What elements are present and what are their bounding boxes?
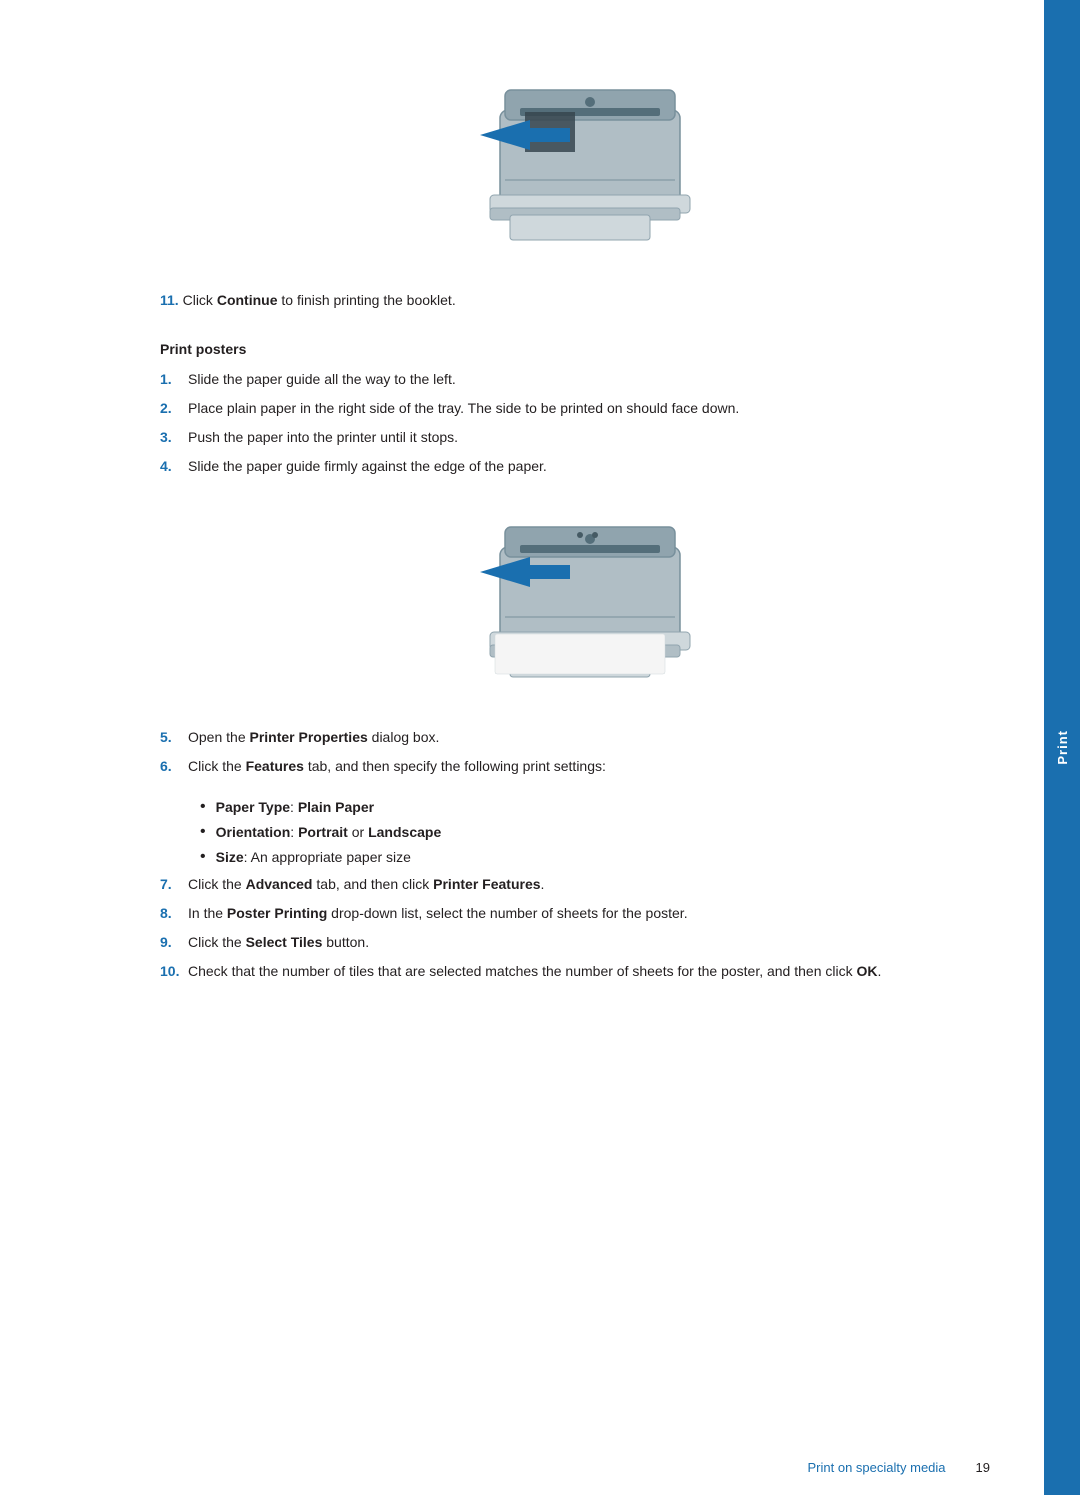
list-item: 1. Slide the paper guide all the way to … [160,369,1000,390]
list-item: 4. Slide the paper guide firmly against … [160,456,1000,477]
step-text: Open the Printer Properties dialog box. [188,727,1000,748]
list-item: 10. Check that the number of tiles that … [160,961,1000,982]
steps-5-10-list: 5. Open the Printer Properties dialog bo… [160,727,1000,777]
list-item: 2. Place plain paper in the right side o… [160,398,1000,419]
list-item: 7. Click the Advanced tab, and then clic… [160,874,1000,895]
footer-page-number: 19 [976,1460,990,1475]
print-posters-heading: Print posters [160,341,1000,357]
step-text: Click the Select Tiles button. [188,932,1000,953]
step-num: 3. [160,427,188,448]
step-11-text-after: to finish printing the booklet. [277,292,455,308]
step-num: 9. [160,932,188,953]
bullet-text: Paper Type: Plain Paper [216,797,374,818]
step-num: 7. [160,874,188,895]
step-text: Place plain paper in the right side of t… [188,398,1000,419]
bullet-item: Paper Type: Plain Paper [200,797,1000,818]
list-item: 8. In the Poster Printing drop-down list… [160,903,1000,924]
step-11-number: 11. [160,292,179,308]
step-num: 10. [160,961,188,982]
step-num: 8. [160,903,188,924]
list-item: 9. Click the Select Tiles button. [160,932,1000,953]
step-num: 1. [160,369,188,390]
bullet-text: Size: An appropriate paper size [216,847,411,868]
step-11-text-before: Click [183,292,217,308]
step-11-bold: Continue [217,292,278,308]
bullet-list: Paper Type: Plain Paper Orientation: Por… [200,797,1000,868]
list-item: 3. Push the paper into the printer until… [160,427,1000,448]
steps-1-4-list: 1. Slide the paper guide all the way to … [160,369,1000,477]
footer: Print on specialty media 19 [0,1460,1040,1475]
bullet-item: Size: An appropriate paper size [200,847,1000,868]
step-text: Push the paper into the printer until it… [188,427,1000,448]
bullet-text: Orientation: Portrait or Landscape [216,822,442,843]
printer-illustration-top [440,60,720,260]
side-tab: Print [1044,0,1080,1495]
step-num: 2. [160,398,188,419]
step-text: Slide the paper guide firmly against the… [188,456,1000,477]
step-text: Click the Advanced tab, and then click P… [188,874,1000,895]
page-container: Print 11. Click Cont [0,0,1080,1495]
list-item: 6. Click the Features tab, and then spec… [160,756,1000,777]
step-num: 5. [160,727,188,748]
list-item: 5. Open the Printer Properties dialog bo… [160,727,1000,748]
step-text: Slide the paper guide all the way to the… [188,369,1000,390]
printer-illustration-bottom [440,497,720,697]
bullet-item: Orientation: Portrait or Landscape [200,822,1000,843]
steps-7-10-list: 7. Click the Advanced tab, and then clic… [160,874,1000,982]
side-tab-label: Print [1055,730,1070,765]
step-text: In the Poster Printing drop-down list, s… [188,903,1000,924]
step-11: 11. Click Continue to finish printing th… [160,290,1000,311]
footer-link: Print on specialty media [808,1460,946,1475]
step-num: 6. [160,756,188,777]
step-text: Click the Features tab, and then specify… [188,756,1000,777]
content-area: 11. Click Continue to finish printing th… [160,0,1000,982]
step-text: Check that the number of tiles that are … [188,961,1000,982]
step-num: 4. [160,456,188,477]
